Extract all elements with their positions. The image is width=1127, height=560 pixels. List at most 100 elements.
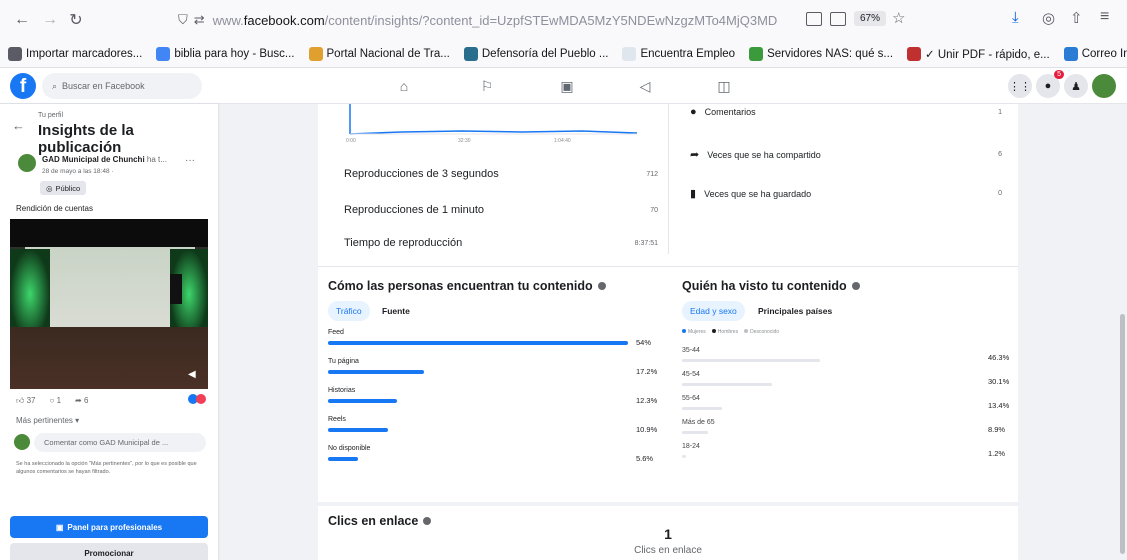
caret-down-icon: ▾ — [75, 416, 80, 425]
info-icon[interactable] — [851, 282, 860, 290]
permissions-icon[interactable]: ⇄ — [194, 12, 205, 28]
forward-icon[interactable]: → — [38, 8, 62, 32]
reaction-bar: 👍︎ 37 ○ 1 ➦ 6 — [16, 396, 88, 406]
insights-main: 0:00 32:30 1:04:40 Reproducciones de 3 s… — [318, 104, 1018, 560]
promote-button[interactable]: Promocionar — [10, 543, 208, 560]
bookmark-item[interactable]: Correo Institucional M... — [1063, 46, 1127, 61]
facebook-logo[interactable]: f — [10, 73, 36, 99]
tab-age-gender[interactable]: Edad y sexo — [682, 301, 745, 321]
like-icon: 👍︎ — [16, 396, 25, 405]
more-options-icon[interactable]: ··· — [185, 155, 195, 166]
tab-source[interactable]: Fuente — [374, 301, 418, 321]
age-range-percent: 13.4% — [988, 401, 1010, 410]
bookmark-star-icon[interactable]: ☆ — [892, 9, 905, 27]
comment-count: 1 — [56, 396, 62, 405]
privacy-button[interactable]: ◎ Público — [40, 181, 87, 195]
bookmark-label: Servidores NAS: qué s... — [767, 47, 894, 60]
reload-icon[interactable]: ↻ — [64, 8, 88, 32]
breadcrumb[interactable]: Tu perfil — [38, 112, 63, 119]
browser-toolbar: ← → ↻ ⛉ ⇄ www. facebook.com/content/insig… — [0, 0, 1127, 40]
screenshot-icon[interactable] — [830, 12, 846, 26]
traffic-source-label: Feed — [328, 329, 344, 336]
zoom-level[interactable]: 67% — [854, 11, 887, 26]
messenger-icon[interactable]: ● 5 — [1036, 70, 1064, 98]
profile-avatar[interactable] — [1092, 74, 1116, 98]
stat-label: Reproducciones de 3 segundos — [344, 168, 499, 180]
facebook-search-input[interactable]: ⌕ Buscar en Facebook — [42, 73, 202, 99]
bookmark-item[interactable]: Servidores NAS: qué s... — [749, 46, 894, 61]
sort-label: Más pertinentes — [16, 416, 73, 425]
url-domain: facebook.com — [243, 12, 325, 28]
share-action[interactable]: ➦ 6 — [75, 396, 88, 406]
tab-traffic[interactable]: Tráfico — [328, 301, 370, 321]
url-path: /content/insights/?content_id=UzpfSTEwMD… — [324, 12, 778, 28]
url-bar[interactable]: ⛉ ⇄ www. facebook.com/content/insights/?c… — [178, 6, 804, 34]
tab-top-countries[interactable]: Principales países — [750, 301, 840, 321]
pages-flag-icon[interactable]: ⚐ — [478, 77, 496, 95]
page-body: ← Tu perfil Insights de la publicación G… — [0, 104, 1127, 560]
reader-view-icon[interactable] — [806, 12, 822, 26]
info-icon[interactable] — [597, 282, 606, 290]
like-count: 37 — [26, 396, 36, 405]
notifications-bell-icon[interactable]: ♟ — [1064, 74, 1088, 98]
audience-legend: Mujeres Hombres Desconocido — [682, 329, 779, 335]
interaction-value: 1 — [998, 108, 1002, 116]
search-icon: ⌕ — [52, 80, 58, 91]
bookmark-item[interactable]: Importar marcadores... — [8, 46, 142, 61]
scrollbar-thumb[interactable] — [1120, 314, 1125, 554]
speaker — [170, 274, 182, 304]
stat-label: Reproducciones de 1 minuto — [344, 204, 485, 216]
age-range-label: 18-24 — [682, 443, 700, 450]
pro-dashboard-button[interactable]: ▣ Panel para profesionales — [10, 516, 208, 538]
page-scrollbar[interactable] — [1117, 104, 1127, 560]
author-suffix: ha t... — [146, 155, 167, 164]
menu-icon[interactable]: ≡ — [1100, 8, 1109, 26]
bookmark-item[interactable]: Encuentra Empleo — [622, 46, 735, 61]
page-avatar[interactable] — [18, 154, 36, 172]
volume-icon[interactable]: ◀ — [188, 369, 196, 380]
comment-input[interactable]: Comentar como GAD Municipal de ... — [34, 433, 206, 452]
video-backdrop — [10, 219, 208, 247]
bookmark-item[interactable]: ✓ Unir PDF - rápido, e... — [907, 46, 1050, 61]
age-range-bar — [682, 431, 709, 434]
reactions-icon[interactable] — [188, 394, 206, 404]
downloads-icon[interactable]: ⤓ — [1012, 9, 1019, 26]
stat-value: 70 — [650, 206, 658, 214]
discovery-title: Cómo las personas encuentran tu contenid… — [328, 279, 606, 293]
extensions-icon[interactable]: ⇧ — [1070, 9, 1083, 27]
video-icon[interactable]: ▣ — [558, 77, 576, 95]
traffic-source-label: Tu página — [328, 358, 359, 365]
tab-traffic-label: Tráfico — [336, 306, 362, 316]
account-icon[interactable]: ◎ — [1042, 9, 1055, 27]
sort-dropdown[interactable]: Más pertinentes ▾ — [16, 416, 79, 425]
bookmark-item[interactable]: Portal Nacional de Tra... — [308, 46, 450, 61]
age-range-bar — [682, 407, 723, 410]
stage-light-left — [10, 249, 50, 339]
search-placeholder: Buscar en Facebook — [62, 81, 145, 91]
bookmark-item[interactable]: biblia para hoy - Busc... — [156, 46, 295, 61]
stat-row: Tiempo de reproducción 8:37:51 — [344, 237, 658, 249]
url-prefix: www. — [212, 12, 244, 28]
info-icon[interactable] — [423, 517, 432, 525]
apps-menu-icon[interactable]: ⋮⋮ — [1008, 74, 1032, 98]
traffic-bar — [328, 457, 358, 461]
back-icon[interactable]: ← — [10, 8, 34, 32]
dashboard-icon: ▣ — [55, 522, 64, 532]
bookmark-item[interactable]: Defensoría del Pueblo ... — [463, 46, 609, 61]
back-arrow-icon[interactable]: ← — [12, 118, 25, 133]
interaction-label: Comentarios — [704, 107, 756, 117]
notification-badge: 5 — [1054, 70, 1064, 79]
post-video[interactable]: ◀ — [10, 219, 208, 389]
bookmark-label: Defensoría del Pueblo ... — [481, 47, 609, 60]
tab-source-label: Fuente — [382, 306, 410, 316]
home-icon[interactable]: ⌂ — [395, 77, 413, 95]
like-action[interactable]: 👍︎ 37 — [16, 396, 36, 406]
traffic-source-label: Historias — [328, 387, 356, 394]
traffic-bar — [328, 399, 397, 403]
comment-action[interactable]: ○ 1 — [50, 396, 62, 406]
insights-icon[interactable]: ◫ — [715, 77, 733, 95]
shield-icon: ⛉ — [178, 12, 188, 27]
comment-icon: ○ — [49, 396, 55, 405]
author-name[interactable]: GAD Municipal de Chunchi — [42, 155, 145, 164]
ads-megaphone-icon[interactable]: ◁ — [636, 77, 654, 95]
